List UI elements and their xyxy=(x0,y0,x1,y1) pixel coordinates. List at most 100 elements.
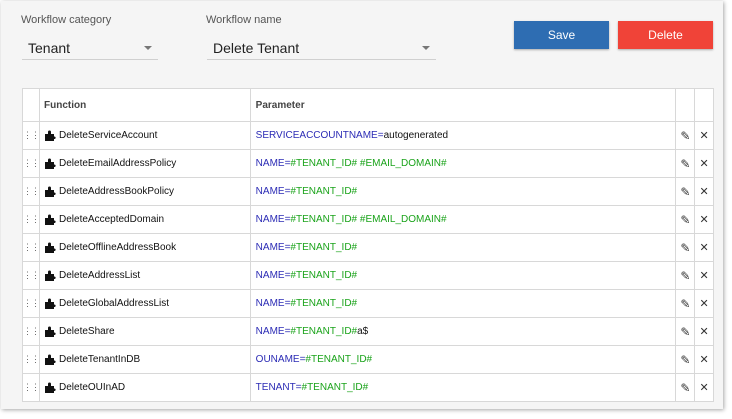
workflow-name-label: Workflow name xyxy=(206,14,282,26)
workflow-category-label: Workflow category xyxy=(21,14,112,26)
pencil-icon[interactable]: ✎ xyxy=(680,157,690,171)
drag-handle-cell[interactable]: ⋮⋮ xyxy=(22,177,40,206)
remove-cell: ✕ xyxy=(694,149,714,178)
drag-handle-cell[interactable]: ⋮⋮ xyxy=(22,261,40,290)
edit-cell: ✎ xyxy=(675,317,696,346)
header-edit-cell xyxy=(675,88,696,122)
table-row: ⋮⋮ DeleteTenantInDB OUNAME=#TENANT_ID# ✎ ✕ xyxy=(22,345,714,374)
drag-handle-icon[interactable]: ⋮⋮ xyxy=(23,131,40,140)
header-parameter: Parameter xyxy=(249,88,677,122)
close-icon[interactable]: ✕ xyxy=(700,270,709,282)
pencil-icon[interactable]: ✎ xyxy=(680,269,690,283)
workflow-category-select[interactable]: Tenant xyxy=(22,35,158,60)
drag-handle-icon[interactable]: ⋮⋮ xyxy=(23,355,40,364)
drag-handle-icon[interactable]: ⋮⋮ xyxy=(23,159,40,168)
drag-handle-icon[interactable]: ⋮⋮ xyxy=(23,271,40,280)
edit-cell: ✎ xyxy=(675,121,696,150)
drag-handle-cell[interactable]: ⋮⋮ xyxy=(22,205,40,234)
pencil-icon[interactable]: ✎ xyxy=(680,185,690,199)
table-row: ⋮⋮ DeleteShare NAME=#TENANT_ID#a$ ✎ ✕ xyxy=(22,317,714,346)
edit-cell: ✎ xyxy=(675,289,696,318)
pencil-icon[interactable]: ✎ xyxy=(680,241,690,255)
workflow-steps-table: Function Parameter ⋮⋮ DeleteServiceAccoun… xyxy=(22,88,714,402)
function-cell: DeleteGlobalAddressList xyxy=(39,289,251,318)
pencil-icon[interactable]: ✎ xyxy=(680,129,690,143)
pencil-icon[interactable]: ✎ xyxy=(680,353,690,367)
function-name: DeleteServiceAccount xyxy=(59,130,158,141)
drag-handle-icon[interactable]: ⋮⋮ xyxy=(23,327,40,336)
drag-handle-icon[interactable]: ⋮⋮ xyxy=(23,243,40,252)
pencil-icon[interactable]: ✎ xyxy=(680,297,690,311)
drag-handle-cell[interactable]: ⋮⋮ xyxy=(22,121,40,150)
close-icon[interactable]: ✕ xyxy=(700,158,709,170)
drag-handle-cell[interactable]: ⋮⋮ xyxy=(22,233,40,262)
parameter-cell: NAME=#TENANT_ID#a$ xyxy=(249,317,677,346)
puzzle-piece-icon xyxy=(44,130,58,141)
function-name: DeleteTenantInDB xyxy=(59,354,141,365)
parameter-name: NAME xyxy=(255,214,285,225)
drag-handle-cell[interactable]: ⋮⋮ xyxy=(22,317,40,346)
parameter-value: #TENANT_ID# #EMAIL_DOMAIN# xyxy=(290,214,447,225)
drag-handle-cell[interactable]: ⋮⋮ xyxy=(22,289,40,318)
remove-cell: ✕ xyxy=(694,177,714,206)
pencil-icon[interactable]: ✎ xyxy=(680,381,690,395)
table-row: ⋮⋮ DeleteServiceAccount SERVICEACCOUNTNAME… xyxy=(22,121,714,150)
header-remove-cell xyxy=(694,88,714,122)
parameter-value: #TENANT_ID# xyxy=(301,382,369,393)
workflow-category-value: Tenant xyxy=(28,40,71,56)
table-row: ⋮⋮ DeleteOfflineAddressBook NAME=#TENANT_I… xyxy=(22,233,714,262)
parameter-cell: NAME=#TENANT_ID# xyxy=(249,233,677,262)
drag-handle-cell[interactable]: ⋮⋮ xyxy=(22,149,40,178)
puzzle-piece-icon xyxy=(44,214,58,225)
parameter-value: #TENANT_ID# xyxy=(290,242,358,253)
function-name: DeleteOfflineAddressBook xyxy=(59,242,177,253)
function-cell: DeleteEmailAddressPolicy xyxy=(39,149,251,178)
remove-cell: ✕ xyxy=(694,373,714,402)
close-icon[interactable]: ✕ xyxy=(700,186,709,198)
workflow-name-select[interactable]: Delete Tenant xyxy=(207,35,436,60)
edit-cell: ✎ xyxy=(675,373,696,402)
close-icon[interactable]: ✕ xyxy=(700,382,709,394)
parameter-suffix: autogenerated xyxy=(383,130,449,141)
close-icon[interactable]: ✕ xyxy=(700,326,709,338)
drag-handle-cell[interactable]: ⋮⋮ xyxy=(22,345,40,374)
delete-button[interactable]: Delete xyxy=(618,21,713,49)
function-name: DeleteAddressList xyxy=(59,270,141,281)
puzzle-piece-icon xyxy=(44,382,58,393)
close-icon[interactable]: ✕ xyxy=(700,214,709,226)
function-name: DeleteShare xyxy=(59,326,115,337)
parameter-name: NAME xyxy=(255,242,285,253)
pencil-icon[interactable]: ✎ xyxy=(680,325,690,339)
close-icon[interactable]: ✕ xyxy=(700,130,709,142)
table-header-row: Function Parameter xyxy=(22,88,714,122)
parameter-cell: NAME=#TENANT_ID# xyxy=(249,289,677,318)
parameter-cell: NAME=#TENANT_ID# xyxy=(249,261,677,290)
puzzle-piece-icon xyxy=(44,354,58,365)
function-name: DeleteAddressBookPolicy xyxy=(59,186,175,197)
parameter-cell: SERVICEACCOUNTNAME=autogenerated xyxy=(249,121,677,150)
drag-handle-icon[interactable]: ⋮⋮ xyxy=(23,215,40,224)
puzzle-piece-icon xyxy=(44,298,58,309)
drag-handle-icon[interactable]: ⋮⋮ xyxy=(23,187,40,196)
edit-cell: ✎ xyxy=(675,205,696,234)
function-cell: DeleteAddressList xyxy=(39,261,251,290)
edit-cell: ✎ xyxy=(675,149,696,178)
puzzle-piece-icon xyxy=(44,158,58,169)
parameter-name: SERVICEACCOUNTNAME xyxy=(255,130,378,141)
edit-cell: ✎ xyxy=(675,233,696,262)
drag-handle-icon[interactable]: ⋮⋮ xyxy=(23,299,40,308)
close-icon[interactable]: ✕ xyxy=(700,298,709,310)
pencil-icon[interactable]: ✎ xyxy=(680,213,690,227)
remove-cell: ✕ xyxy=(694,289,714,318)
parameter-name: OUNAME xyxy=(255,354,300,365)
table-row: ⋮⋮ DeleteGlobalAddressList NAME=#TENANT_ID… xyxy=(22,289,714,318)
parameter-name: NAME xyxy=(255,186,285,197)
remove-cell: ✕ xyxy=(694,233,714,262)
drag-handle-icon[interactable]: ⋮⋮ xyxy=(23,383,40,392)
parameter-value: #TENANT_ID# xyxy=(290,186,358,197)
save-button[interactable]: Save xyxy=(514,21,609,49)
function-cell: DeleteAddressBookPolicy xyxy=(39,177,251,206)
close-icon[interactable]: ✕ xyxy=(700,354,709,366)
close-icon[interactable]: ✕ xyxy=(700,242,709,254)
drag-handle-cell[interactable]: ⋮⋮ xyxy=(22,373,40,402)
